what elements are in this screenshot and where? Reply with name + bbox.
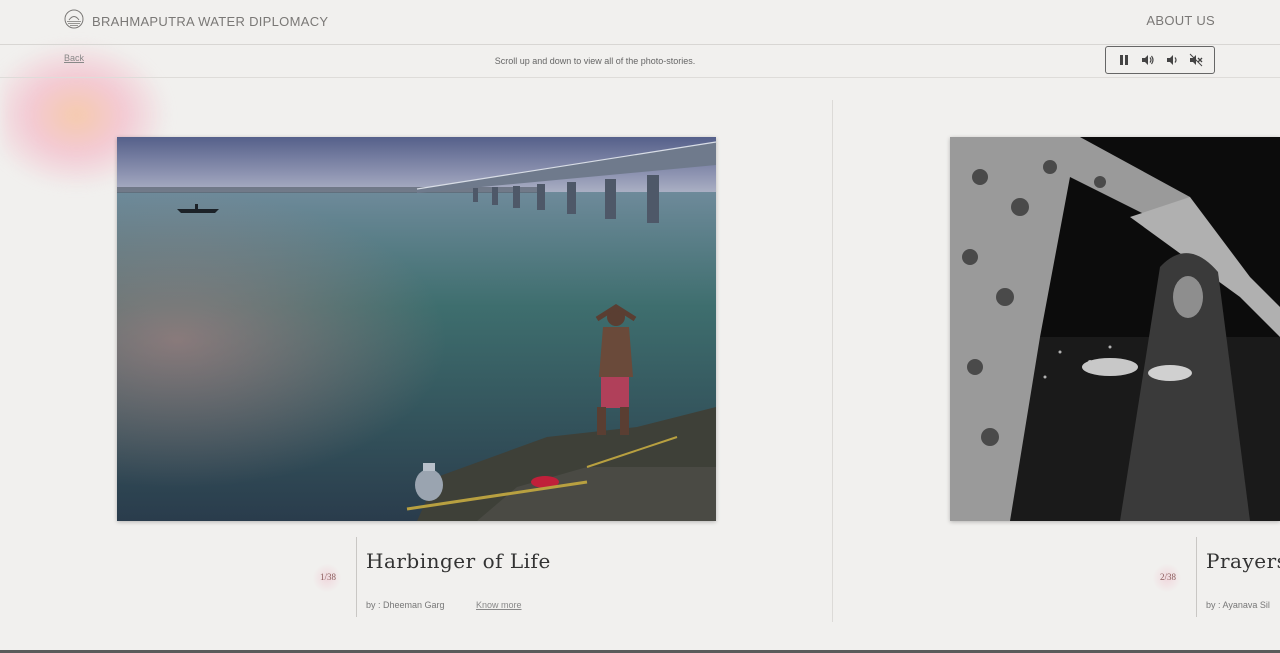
story-counter: 2/38 (1151, 564, 1183, 592)
top-header: BRAHMAPUTRA WATER DIPLOMACY ABOUT US (0, 0, 1280, 45)
volume-high-icon[interactable] (1140, 52, 1156, 68)
story-photo-prayers[interactable] (950, 137, 1280, 521)
caption-divider-1 (356, 537, 357, 617)
story-author: by : Dheeman Garg (366, 600, 445, 610)
caption-divider-2 (1196, 537, 1197, 617)
mute-icon[interactable] (1188, 52, 1204, 68)
story-photo-river-bathing[interactable] (117, 137, 716, 521)
story-divider (832, 100, 833, 622)
logo-text: BRAHMAPUTRA WATER DIPLOMACY (92, 14, 329, 29)
site-logo[interactable]: BRAHMAPUTRA WATER DIPLOMACY (64, 9, 328, 34)
pause-icon[interactable] (1116, 52, 1132, 68)
know-more-link[interactable]: Know more (476, 600, 522, 610)
story-author: by : Ayanava Sil (1206, 600, 1270, 610)
audio-controls (1105, 46, 1215, 74)
story-counter: 1/38 (311, 564, 343, 592)
logo-icon (64, 9, 84, 34)
story-title[interactable]: Prayers (1206, 549, 1280, 573)
scroll-hint: Scroll up and down to view all of the ph… (494, 56, 696, 66)
about-us-link[interactable]: ABOUT US (1146, 13, 1215, 28)
volume-low-icon[interactable] (1164, 52, 1180, 68)
sub-toolbar: Back Scroll up and down to view all of t… (0, 44, 1280, 78)
story-title[interactable]: Harbinger of Life (366, 549, 551, 573)
